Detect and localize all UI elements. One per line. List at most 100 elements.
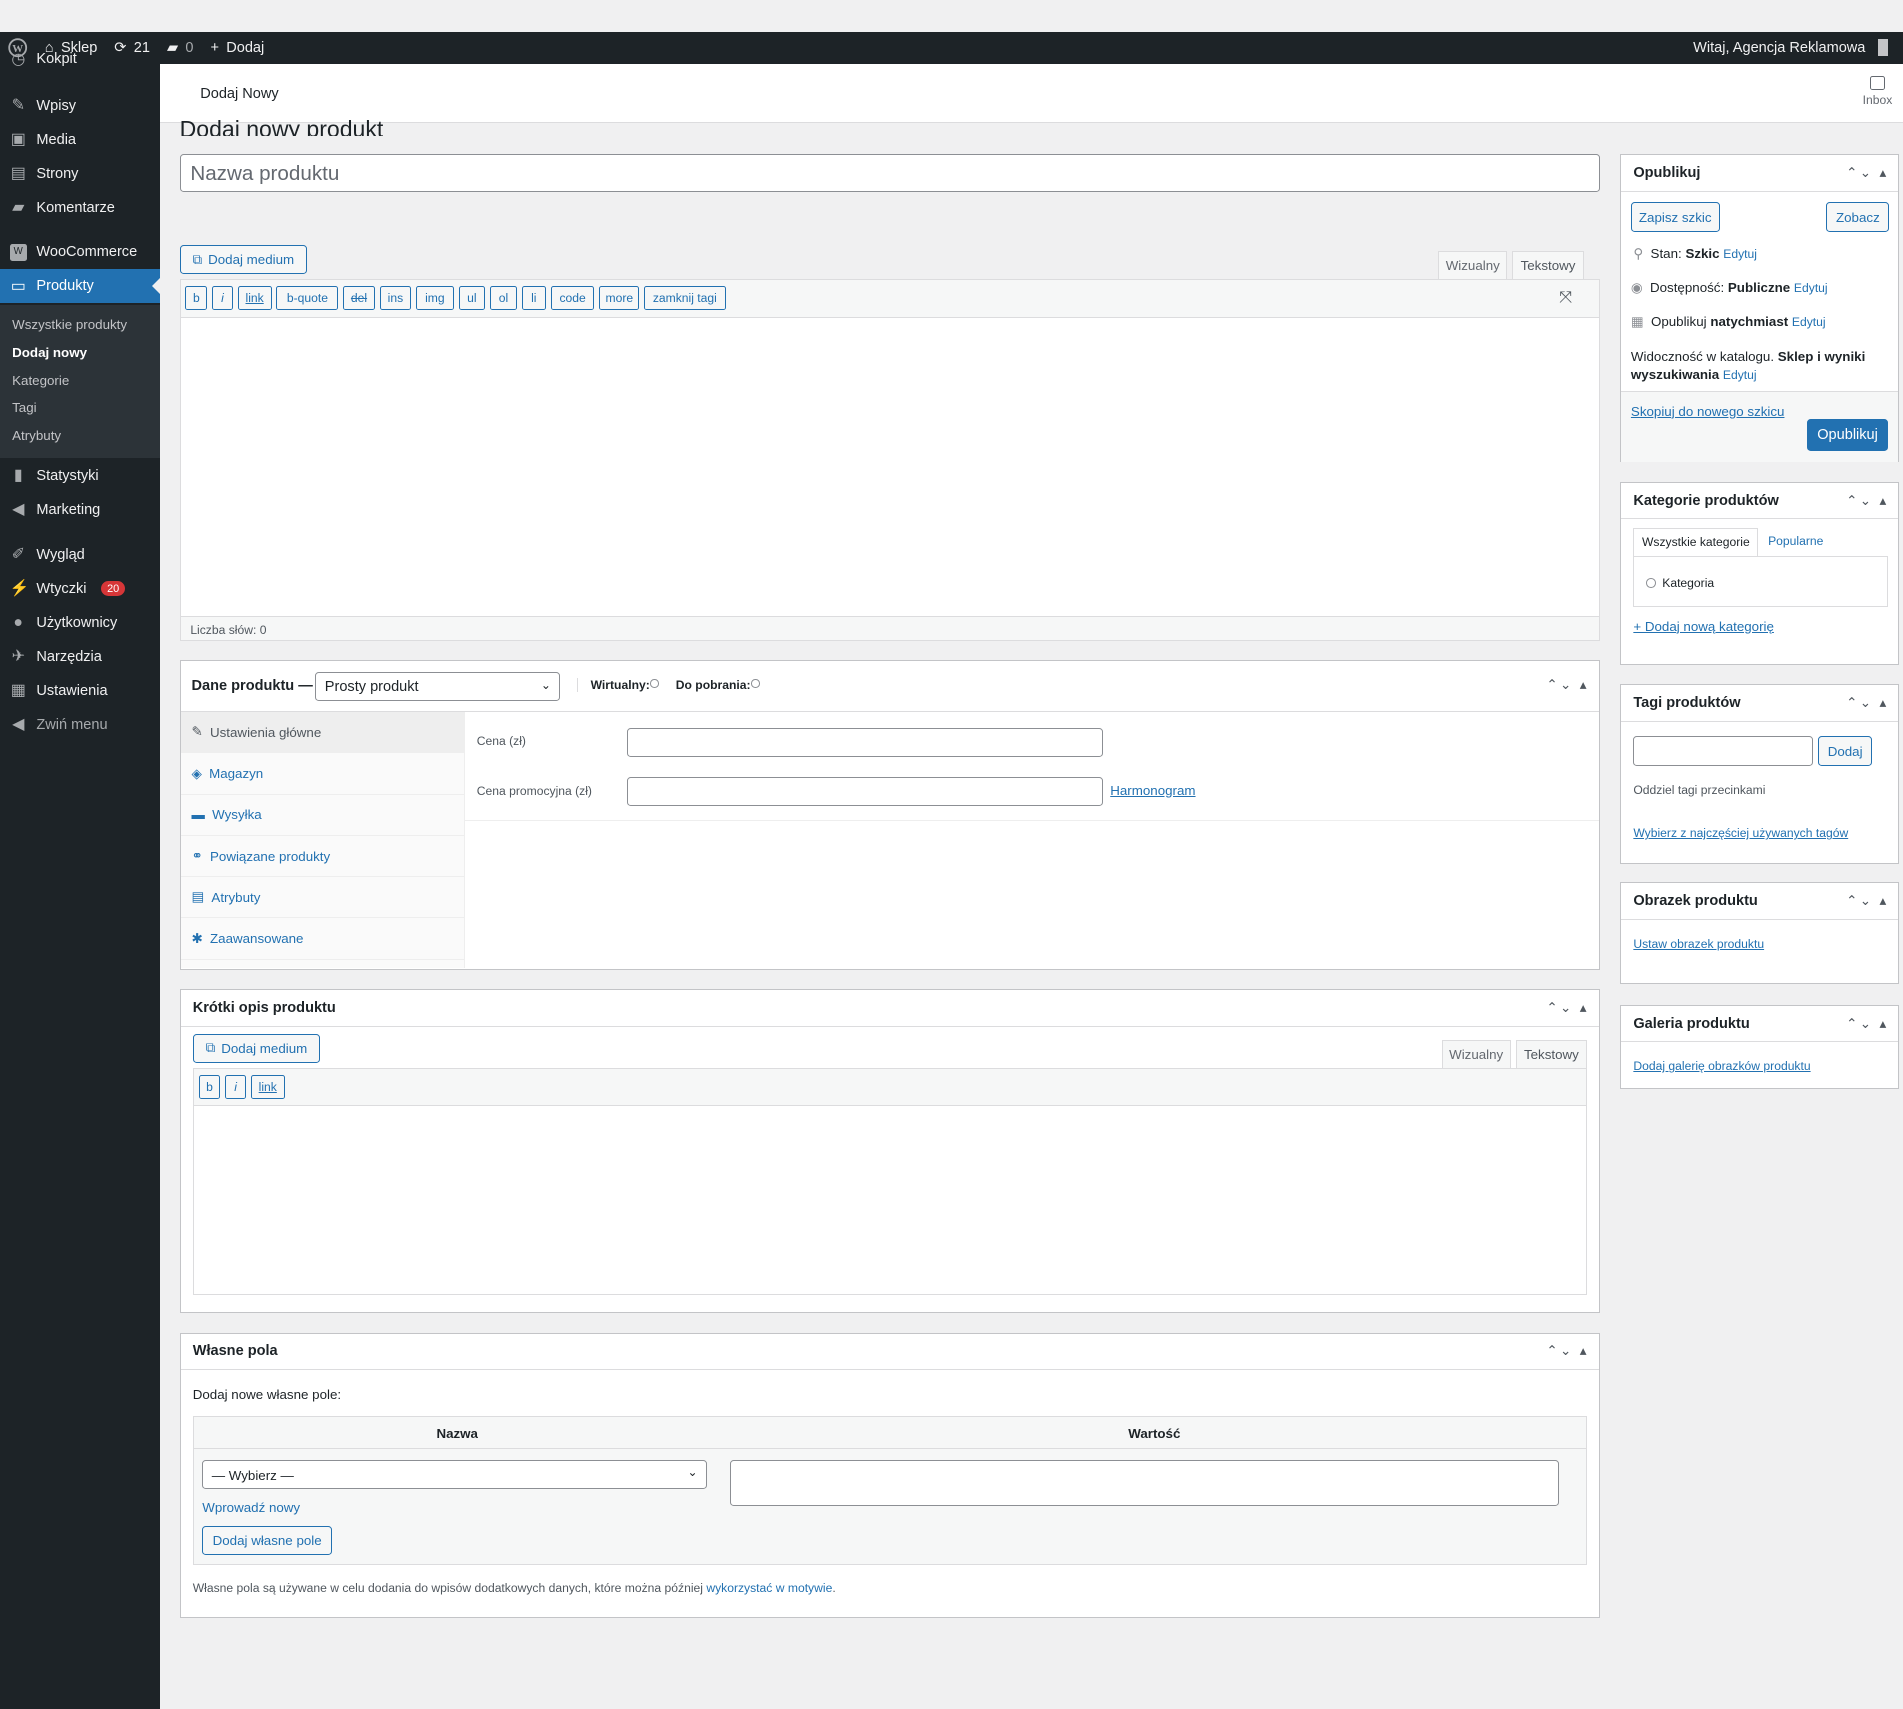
tab-text[interactable]: Tekstowy [1512,251,1584,281]
menu-products[interactable]: ▭ Produkty [0,269,161,304]
menu-statistics[interactable]: ▮ Statystyki [0,459,160,493]
add-custom-field-button[interactable]: Dodaj własne pole [202,1526,333,1556]
tab-visual[interactable]: Wizualny [1438,251,1508,281]
woocommerce-header: Dodaj Nowy Inbox [160,64,1903,123]
submenu-add-new[interactable]: Dodaj nowy [12,345,87,360]
menu-marketing[interactable]: ◀ Marketing [0,493,160,527]
category-item[interactable]: Kategoria [1646,576,1714,590]
submenu-attributes[interactable]: Atrybuty [12,428,61,443]
copy-draft-link[interactable]: Skopiuj do nowego szkicu [1631,404,1785,419]
new-content-link[interactable]: + Dodaj [202,32,273,65]
submenu-all-products[interactable]: Wszystkie produkty [12,317,127,332]
add-media-button-short[interactable]: ⧉ Dodaj medium [192,1033,321,1063]
qt-zamknij-tagi-button[interactable]: zamknij tagi [644,286,726,311]
qt-del-button[interactable]: del [343,286,375,311]
add-tag-button[interactable]: Dodaj [1817,736,1873,766]
inbox-icon [1869,76,1886,90]
qt-i-button[interactable]: i [225,1074,246,1100]
menu-plugins[interactable]: ⚡ Wtyczki 20 [0,572,160,606]
product-name-input[interactable]: Nazwa produktu [179,154,1600,192]
megaphone-icon: ◀ [12,501,25,519]
box-controls-icon[interactable]: ⌃⌄ ▴ [1846,493,1888,509]
qt-ins-button[interactable]: ins [379,286,412,311]
price-input[interactable] [627,727,1103,758]
qt-code-button[interactable]: code [550,286,595,311]
box-controls-icon[interactable]: ⌃⌄ ▴ [1546,1343,1588,1359]
qt-more-button[interactable]: more [599,286,640,311]
qt-i-button[interactable]: i [212,286,233,311]
tab-all-categories[interactable]: Wszystkie kategorie [1633,527,1759,557]
publish-button[interactable]: Opublikuj [1806,419,1889,452]
box-controls-icon[interactable]: ⌃⌄ ▴ [1546,1000,1588,1016]
menu-appearance[interactable]: ✐ Wygląd [0,538,160,572]
content-textarea[interactable] [181,318,1599,617]
submenu-categories[interactable]: Kategorie [12,373,69,388]
qt-img-button[interactable]: img [416,286,454,311]
choose-tags-link[interactable]: Wybierz z najczęściej używanych tagów [1633,826,1848,840]
tab-inventory[interactable]: ◈ Magazyn [180,753,465,795]
preview-button[interactable]: Zobacz [1826,202,1890,232]
box-controls-icon[interactable]: ⌃⌄ ▴ [1546,677,1588,693]
box-controls-icon[interactable]: ⌃⌄ ▴ [1846,165,1888,181]
tag-input[interactable] [1633,736,1813,766]
edit-status-link[interactable]: Edytuj [1723,247,1757,261]
short-description-textarea[interactable] [193,1106,1587,1294]
add-gallery-link[interactable]: Dodaj galerię obrazków produktu [1633,1059,1810,1073]
qt-li-button[interactable]: li [521,286,546,311]
comments-link[interactable]: ▰ 0 [158,32,202,65]
menu-posts[interactable]: ✎ Wpisy [0,89,160,123]
product-type-select[interactable]: Prosty produkt ⌄ [315,672,561,702]
tab-visual-short[interactable]: Wizualny [1441,1039,1511,1069]
box-controls-icon[interactable]: ⌃⌄ ▴ [1846,695,1888,711]
inbox-button[interactable]: Inbox [1859,76,1895,107]
menu-users[interactable]: ● Użytkownicy [0,606,160,640]
tab-shipping[interactable]: ▬ Wysyłka [180,795,465,836]
menu-media[interactable]: ▣ Media [0,123,160,157]
edit-date-link[interactable]: Edytuj [1792,315,1826,329]
box-controls-icon[interactable]: ⌃⌄ ▴ [1846,893,1888,909]
edit-catalog-link[interactable]: Edytuj [1723,368,1757,382]
menu-dashboard[interactable]: ◷ Kokpit [0,47,160,71]
qt-b-button[interactable]: b [185,286,208,311]
custom-field-value-textarea[interactable] [730,1459,1560,1506]
chevron-down-icon: ⌄ [540,677,551,692]
schedule-link[interactable]: Harmonogram [1110,783,1195,798]
qt-b-quote-button[interactable]: b-quote [276,286,339,311]
tab-general[interactable]: ✎ Ustawienia główne [180,712,465,754]
add-media-button[interactable]: ⧉ Dodaj medium [179,245,308,275]
menu-settings[interactable]: ▦ Ustawienia [0,674,160,708]
qt-link-button[interactable]: link [237,286,272,311]
edit-visibility-link[interactable]: Edytuj [1794,281,1828,295]
qt-ol-button[interactable]: ol [490,286,517,311]
box-controls-icon[interactable]: ⌃⌄ ▴ [1846,1016,1888,1032]
truck-icon: ▬ [191,807,205,823]
add-category-link[interactable]: + Dodaj nową kategorię [1633,619,1774,634]
menu-collapse[interactable]: ◀ Zwiń menu [0,708,160,742]
submenu-tags[interactable]: Tagi [12,400,36,415]
category-checkbox[interactable] [1646,578,1657,588]
download-checkbox[interactable] [751,679,760,688]
menu-comments[interactable]: ▰ Komentarze [0,191,160,225]
tab-advanced[interactable]: ✱ Zaawansowane [180,919,465,960]
tab-text-short[interactable]: Tekstowy [1515,1039,1588,1069]
save-draft-button[interactable]: Zapisz szkic [1630,202,1720,232]
virtual-checkbox[interactable] [650,679,659,688]
menu-tools[interactable]: ✈ Narzędzia [0,640,160,674]
account-link[interactable]: Witaj, Agencja Reklamowa [1685,32,1903,65]
theme-link[interactable]: wykorzystać w motywie [706,1581,832,1595]
enter-new-link[interactable]: Wprowadź nowy [202,1500,300,1515]
tab-popular-categories[interactable]: Popularne [1768,534,1823,548]
qt-ul-button[interactable]: ul [458,286,486,311]
category-list: Kategoria [1633,555,1889,607]
quicktags-toolbar: b i link b-quote del ins img ul ol li code more zamk… [180,280,1599,318]
custom-field-name-select[interactable]: — Wybierz — ⌄ [202,1459,708,1489]
menu-pages[interactable]: ▤ Strony [0,157,160,191]
set-product-image-link[interactable]: Ustaw obrazek produktu [1633,937,1764,951]
qt-b-button[interactable]: b [198,1074,221,1100]
sale-price-input[interactable] [627,776,1103,806]
tab-linked[interactable]: ⚭ Powiązane produkty [180,836,465,878]
menu-woocommerce[interactable]: W WooCommerce [0,235,160,269]
fullscreen-icon[interactable]: ⤧ [1559,289,1572,307]
tab-attributes[interactable]: ▤ Atrybuty [180,877,465,919]
qt-link-button[interactable]: link [250,1074,285,1100]
